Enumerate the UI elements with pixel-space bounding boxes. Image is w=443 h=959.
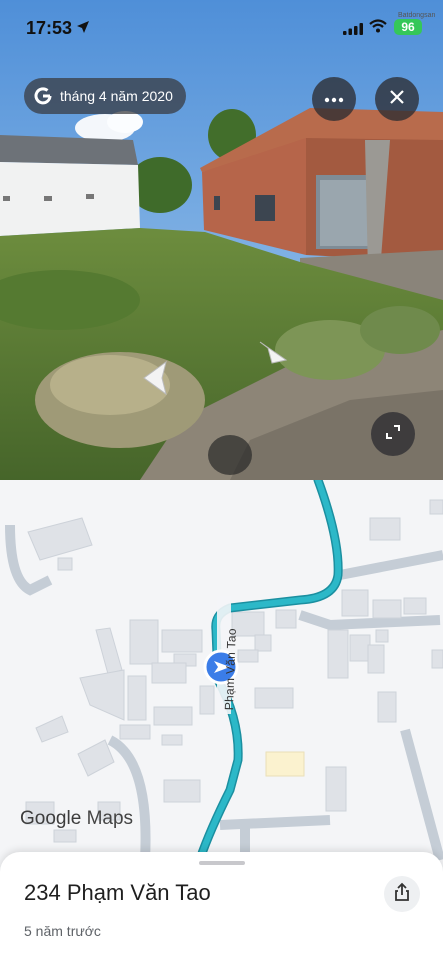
- share-button[interactable]: [384, 876, 420, 912]
- more-dots-icon: [324, 90, 344, 108]
- more-options-button[interactable]: [312, 77, 356, 121]
- status-bar: 17:53 Batdongsan 96: [0, 0, 443, 56]
- wifi-icon: [369, 19, 387, 38]
- place-info-sheet[interactable]: 234 Phạm Văn Tao 5 năm trước: [0, 852, 443, 959]
- cellular-signal-icon: [343, 22, 363, 40]
- nav-arrow-left-button[interactable]: [140, 360, 172, 401]
- close-icon: [389, 89, 405, 110]
- maps-logo-text: Maps: [86, 808, 134, 829]
- expand-icon: [385, 424, 401, 445]
- nav-arrow-left-icon: [140, 360, 172, 400]
- street-view-panorama[interactable]: [0, 0, 443, 480]
- address-title: 234 Phạm Văn Tao: [24, 880, 211, 905]
- street-view-image: [0, 0, 443, 480]
- capture-date-pill[interactable]: tháng 4 năm 2020: [24, 78, 186, 114]
- sheet-drag-handle[interactable]: [199, 861, 245, 865]
- status-time: 17:53: [26, 18, 73, 38]
- share-icon: [393, 882, 411, 907]
- battery-indicator: 96: [394, 19, 422, 35]
- watermark-text: Batdongsan: [398, 12, 436, 19]
- google-maps-logo: Google Maps: [20, 808, 133, 830]
- location-arrow-icon: [76, 20, 90, 39]
- google-logo-text: Google: [20, 808, 82, 829]
- nav-arrow-right-button[interactable]: [256, 336, 288, 371]
- nav-arrow-right-icon: [256, 341, 288, 370]
- expand-button[interactable]: [371, 412, 415, 456]
- google-g-icon: [32, 85, 54, 107]
- capture-date-label: tháng 4 năm 2020: [60, 88, 173, 104]
- image-age-label: 5 năm trước: [24, 923, 101, 939]
- close-button[interactable]: [375, 77, 419, 121]
